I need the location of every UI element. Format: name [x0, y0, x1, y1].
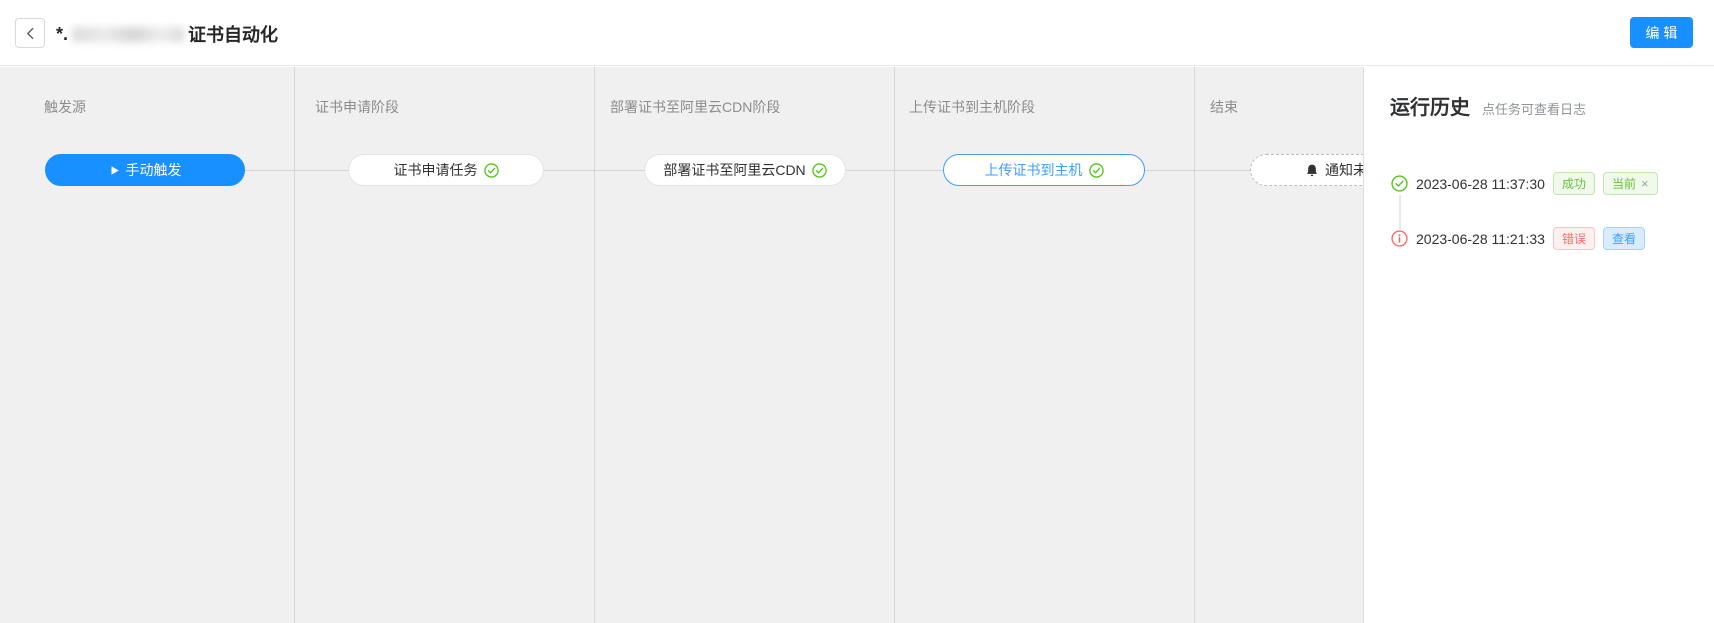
success-check-icon [812, 163, 827, 178]
column-divider [1194, 67, 1195, 623]
run-item: 2023-06-28 11:37:30 成功 当前 × [1391, 172, 1658, 195]
task-upload-host[interactable]: 上传证书到主机 [943, 154, 1145, 186]
certificate-automation-app: *. 证书自动化 编 辑 触发源 证书申请阶段 部署证书至阿里云CDN阶段 上传… [0, 0, 1714, 623]
task-cert-apply[interactable]: 证书申请任务 [348, 154, 544, 186]
view-label: 查看 [1612, 230, 1636, 247]
task-label: 上传证书到主机 [985, 160, 1083, 180]
view-log-button[interactable]: 查看 [1603, 227, 1645, 250]
panel-title: 运行历史 [1390, 91, 1470, 120]
task-deploy-cdn[interactable]: 部署证书至阿里云CDN [644, 154, 846, 186]
run-timestamp: 2023-06-28 11:21:33 [1416, 231, 1545, 247]
current-run-tag[interactable]: 当前 × [1603, 172, 1658, 195]
status-label: 错误 [1562, 230, 1586, 247]
column-divider [294, 67, 295, 623]
title-prefix: *. [56, 24, 68, 45]
task-label: 证书申请任务 [394, 160, 478, 180]
stage-title-end: 结束 [1210, 97, 1238, 117]
title-suffix: 证书自动化 [188, 21, 278, 47]
stage-title-cdn: 部署证书至阿里云CDN阶段 [610, 97, 780, 117]
column-divider [594, 67, 595, 623]
panel-subtitle: 点任务可查看日志 [1482, 99, 1586, 118]
status-badge-error: 错误 [1553, 227, 1595, 250]
status-badge-success: 成功 [1553, 172, 1595, 195]
current-label: 当前 [1612, 175, 1636, 192]
panel-header: 运行历史 点任务可查看日志 [1390, 91, 1586, 120]
task-manual-trigger[interactable]: 手动触发 [45, 154, 245, 186]
task-label: 手动触发 [126, 160, 182, 180]
error-circle-icon [1391, 230, 1408, 247]
chevron-left-icon [24, 27, 37, 40]
back-button[interactable] [15, 18, 45, 48]
play-icon [109, 165, 120, 176]
task-label: 部署证书至阿里云CDN [663, 160, 805, 180]
page-title: *. 证书自动化 [56, 21, 278, 47]
success-check-icon [1089, 163, 1104, 178]
bell-icon [1305, 163, 1319, 178]
success-circle-icon [1391, 175, 1408, 192]
edit-button[interactable]: 编 辑 [1630, 17, 1693, 48]
run-item: 2023-06-28 11:21:33 错误 查看 [1391, 227, 1645, 250]
run-timestamp: 2023-06-28 11:37:30 [1416, 176, 1545, 192]
stage-title-trigger: 触发源 [44, 97, 86, 117]
column-divider [894, 67, 895, 623]
run-history-panel: 运行历史 点任务可查看日志 2023-06-28 11:37:30 成功 当前 … [1363, 67, 1714, 623]
timeline-connector [1399, 195, 1401, 229]
status-label: 成功 [1562, 175, 1586, 192]
stage-title-host: 上传证书到主机阶段 [909, 97, 1035, 117]
redacted-domain [72, 27, 184, 42]
top-bar: *. 证书自动化 编 辑 [0, 0, 1714, 66]
stage-title-apply: 证书申请阶段 [315, 97, 399, 117]
success-check-icon [484, 163, 499, 178]
close-icon[interactable]: × [1641, 177, 1649, 190]
